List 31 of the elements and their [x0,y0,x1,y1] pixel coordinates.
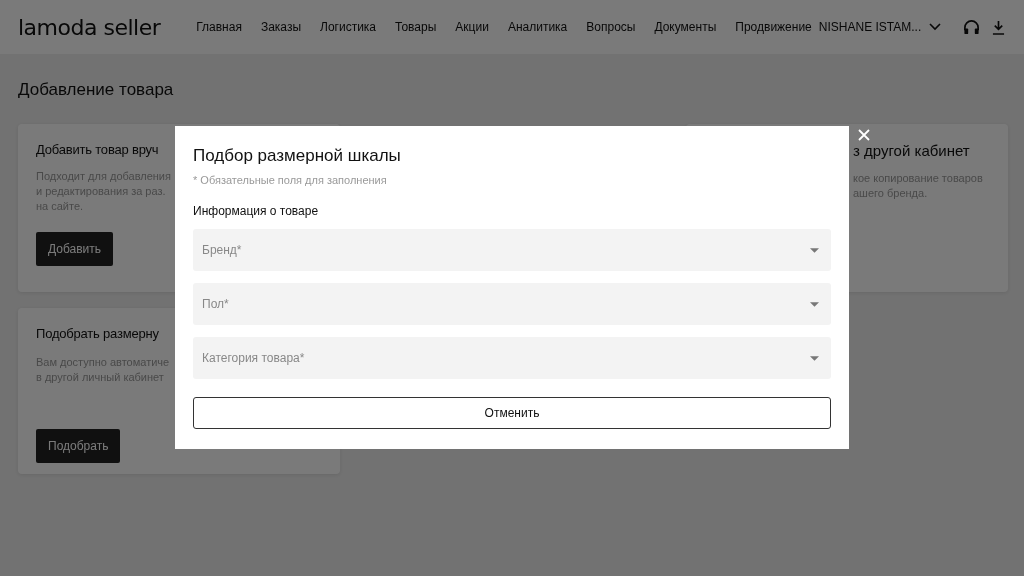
select-field[interactable]: Бренд* [193,229,831,271]
card-button[interactable]: Подобрать [36,429,121,463]
close-icon[interactable] [858,129,870,141]
caret-icon [810,248,819,253]
nav-link[interactable]: Товары [395,20,437,34]
chevron-down-icon[interactable] [929,23,942,31]
section-heading: Информация о товаре [193,204,320,218]
select-field[interactable]: Пол* [193,283,831,325]
page-title: Добавление товара [18,80,175,100]
card-title: Подобрать размерну [36,326,159,341]
required-note: * Обязательные поля для заполнения [193,174,388,186]
logo[interactable]: lamoda seller [18,14,161,40]
select-field[interactable]: Категория товара* [193,337,831,379]
nav-link[interactable]: Заказы [260,20,302,34]
nav-link[interactable]: Продвижение [735,20,812,34]
nav-link[interactable]: Логистика [320,20,377,34]
nav-link[interactable]: Главная [196,20,242,34]
card-title: Добавить товар вруч [36,142,159,157]
caret-icon [810,302,819,307]
nav-link[interactable]: Аналитика [507,20,568,34]
download-icon[interactable] [992,19,1006,35]
nav-link[interactable]: Вопросы [586,20,636,34]
headset-icon[interactable] [963,18,981,36]
cancel-button[interactable]: Отменить [193,397,831,429]
card-title: з другой кабинет [853,142,970,159]
card-button[interactable]: Добавить [36,232,114,266]
caret-icon [810,356,819,361]
user-menu[interactable]: NISHANE ISTAM... [818,20,922,34]
nav-link[interactable]: Документы [654,20,717,34]
nav-link[interactable]: Акции [455,20,489,34]
modal-title: Подбор размерной шкалы [193,146,402,166]
